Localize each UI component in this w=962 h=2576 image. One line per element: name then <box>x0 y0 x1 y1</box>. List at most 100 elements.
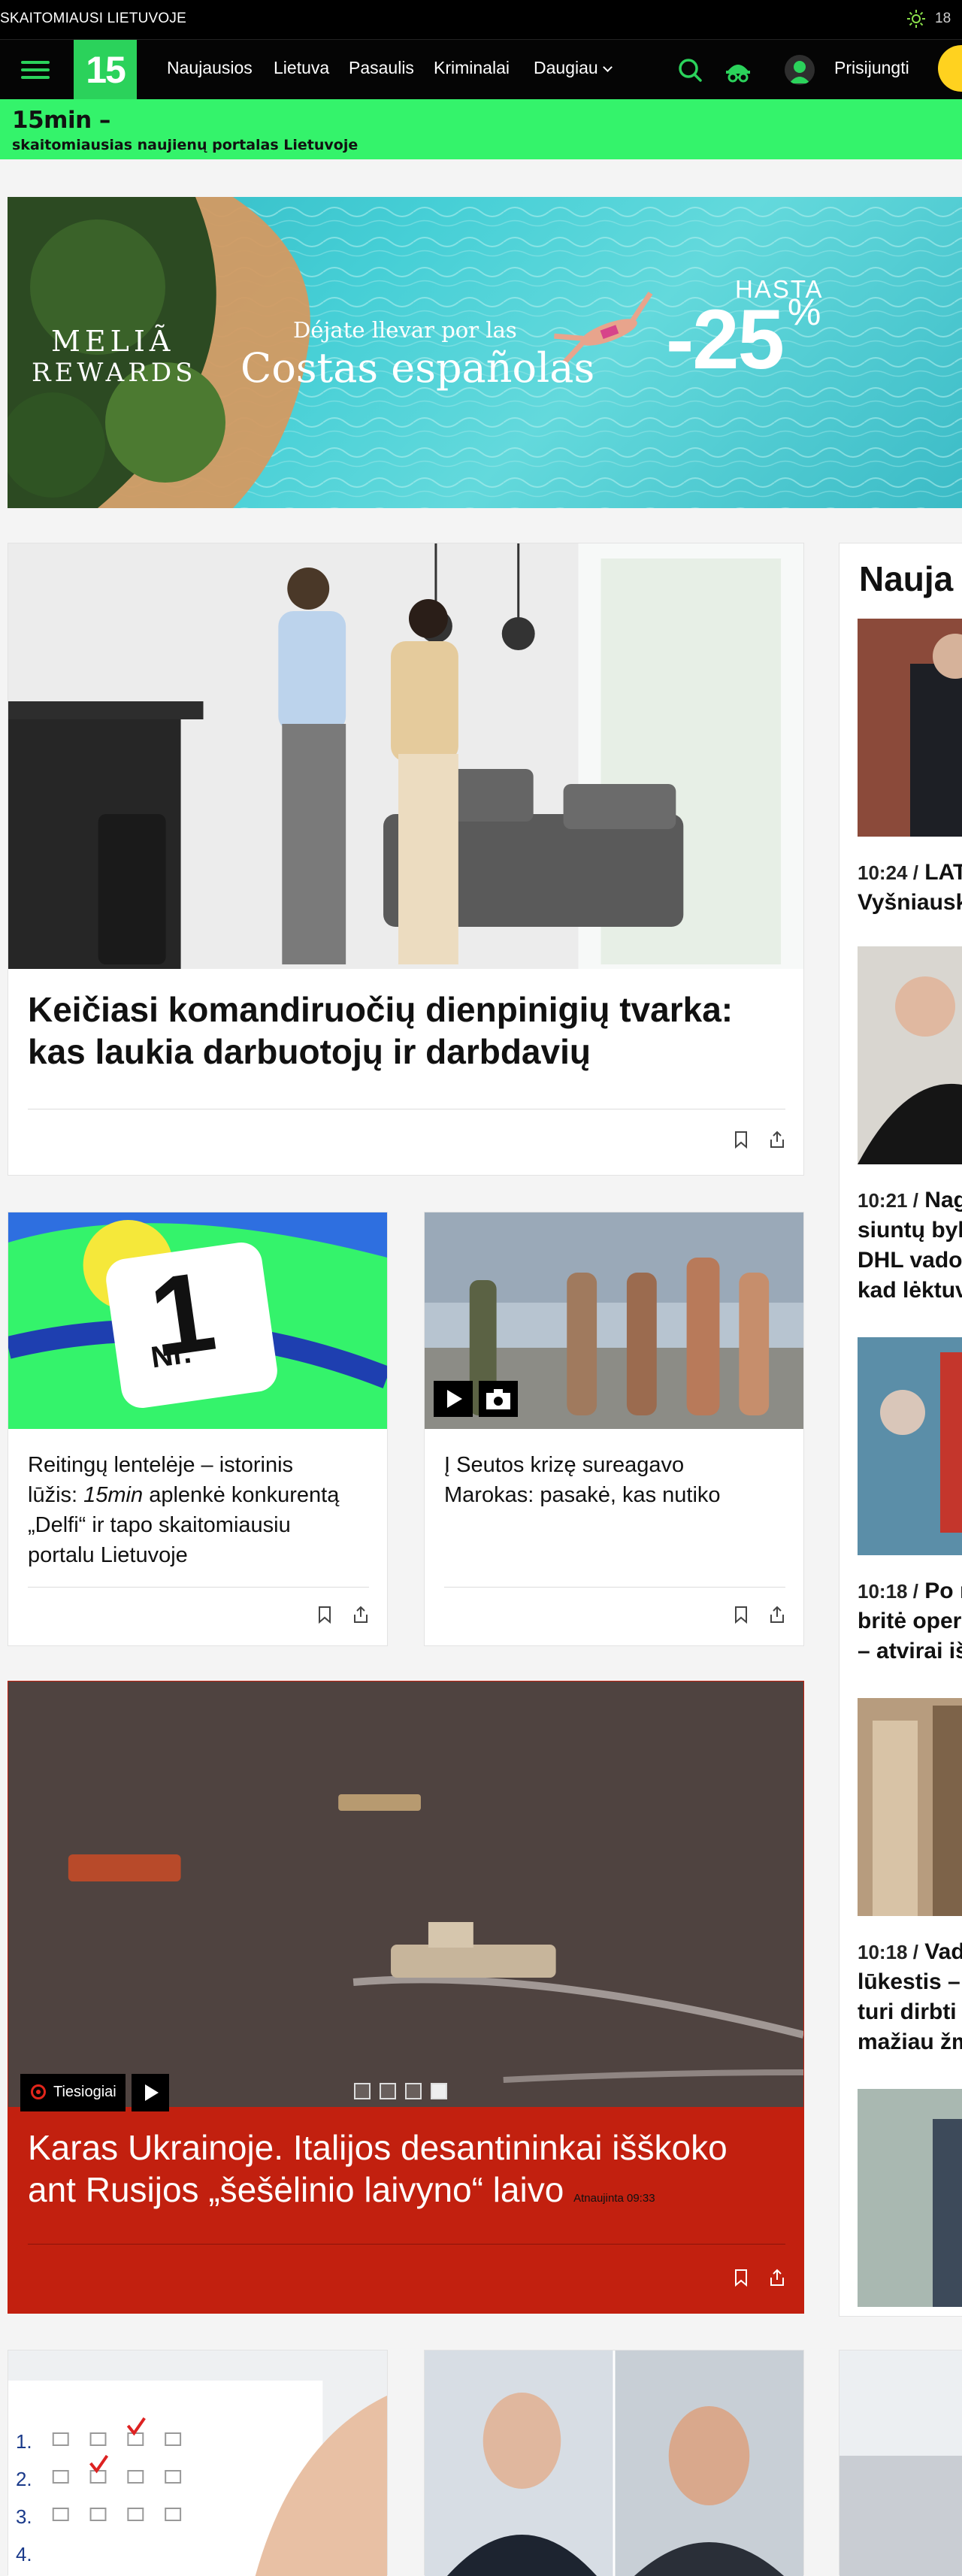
article-image-business-travelers <box>8 543 803 969</box>
nav-link-naujausios[interactable]: Naujausios <box>167 58 253 78</box>
gallery-dot[interactable] <box>354 2083 371 2099</box>
main-navigation: 15 Naujausios Lietuva Pasaulis Kriminala… <box>0 39 962 100</box>
share-icon[interactable] <box>767 1130 787 1149</box>
article-title-line-2: kas laukia darbuotojų ir darbdavių <box>28 1032 591 1071</box>
headline-part: mažiau žm <box>858 2030 962 2054</box>
news-thumbnail <box>858 1698 962 1916</box>
svg-text:1.: 1. <box>16 2432 32 2453</box>
news-headline: 10:24 / LAT Vyšniausk <box>858 858 962 918</box>
article-image-two-men <box>425 2350 803 2576</box>
svg-text:3.: 3. <box>16 2507 32 2528</box>
live-dot-icon <box>31 2084 46 2099</box>
article-card-portraits[interactable] <box>424 2350 804 2576</box>
bookmark-icon[interactable] <box>731 1605 751 1624</box>
article-title-line-3: „Delfi“ ir tapo skaitomiausiu <box>28 1513 291 1537</box>
article-image-answer-sheet: 1. 2. 3. 4. <box>8 2350 387 2576</box>
slogan-title: 15min – <box>12 107 110 134</box>
gallery-dot[interactable] <box>405 2083 422 2099</box>
news-time: 10:18 / <box>858 1941 918 1963</box>
bookmark-icon[interactable] <box>731 2268 751 2287</box>
article-image-partial <box>839 2350 962 2576</box>
headline-part: turi dirbti <box>858 1999 957 2024</box>
updated-time: Atnaujinta 09:33 <box>573 2192 655 2205</box>
divider <box>444 1587 785 1588</box>
article-title: Į Seutos krizę sureagavo Marokas: pasakė… <box>444 1450 790 1510</box>
article-card-ranking[interactable]: 1 Nr. Reitingų lentelėje – istorinis lūž… <box>8 1212 388 1646</box>
svg-text:4.: 4. <box>16 2544 32 2565</box>
headline-part: siuntų byl <box>858 1218 962 1243</box>
gallery-dot[interactable] <box>380 2083 396 2099</box>
sun-icon <box>907 10 925 28</box>
ad-discount: -25% <box>666 290 821 388</box>
site-tagline: SKAITOMIAUSI LIETUVOJE <box>0 11 186 26</box>
slogan-banner: 15min – skaitomiausias naujienų portalas… <box>0 99 962 159</box>
nr1-badge-label: Nr. <box>149 1336 194 1375</box>
slogan-subtitle: skaitomiausias naujienų portalas Lietuvo… <box>12 137 358 153</box>
news-time: 10:24 / <box>858 861 918 884</box>
ad-subtitle: Déjate llevar por las <box>293 317 517 343</box>
divider <box>28 2244 785 2245</box>
news-headline: 10:21 / Nagr siuntų byl DHL vadov kad lėktu… <box>858 1185 962 1306</box>
bookmark-icon[interactable] <box>731 1130 751 1149</box>
headline-part: kad lėktuv <box>858 1278 962 1303</box>
gallery-pagination <box>354 2083 456 2103</box>
camera-icon[interactable] <box>479 1381 518 1417</box>
headline-part: lūkestis – <box>858 1969 960 1994</box>
nav-link-kriminalai[interactable]: Kriminalai <box>434 58 510 78</box>
menu-icon[interactable] <box>17 56 56 83</box>
article-card-live[interactable]: Tiesiogiai Karas Ukrainoje. Italijos des… <box>8 1681 804 2314</box>
nav-link-daugiau-label: Daugiau <box>534 58 598 77</box>
user-icon[interactable] <box>785 55 815 85</box>
title-italic-part: 15min <box>83 1483 144 1507</box>
news-time: 10:21 / <box>858 1189 918 1212</box>
article-title: Keičiasi komandiruočių dienpinigių tvark… <box>28 988 779 1073</box>
news-headline: 10:18 / Po nu britė oper – atvirai iš <box>858 1576 962 1666</box>
incognito-icon[interactable] <box>723 55 753 85</box>
divider <box>28 1587 369 1588</box>
nav-link-pasaulis[interactable]: Pasaulis <box>349 58 414 78</box>
news-headline: 10:18 / Vado lūkestis – turi dirbti mažiau … <box>858 1937 962 2057</box>
headline-part: Vado <box>924 1939 962 1964</box>
gallery-dot-active[interactable] <box>431 2083 447 2099</box>
live-badge[interactable]: Tiesiogiai <box>20 2074 126 2111</box>
article-card-seuta[interactable]: Į Seutos krizę sureagavo Marokas: pasakė… <box>424 1212 804 1646</box>
latest-news-sidebar: Nauja 10:24 / LAT Vyšniausk 10:21 / Nagr s… <box>839 543 962 2317</box>
article-title-line-2: lūžis: 15min aplenkė konkurentą <box>28 1480 374 1510</box>
news-thumbnail <box>858 946 962 1164</box>
play-icon[interactable] <box>132 2074 169 2111</box>
svg-text:2.: 2. <box>16 2469 32 2490</box>
login-link[interactable]: Prisijungti <box>834 58 909 78</box>
nav-link-lietuva[interactable]: Lietuva <box>274 58 329 78</box>
headline-part: Nagr <box>924 1188 962 1212</box>
temperature: 18 <box>935 11 951 26</box>
article-title-line-2: Marokas: pasakė, kas nutiko <box>444 1483 721 1507</box>
article-title-line-1: Į Seutos krizę sureagavo <box>444 1453 685 1477</box>
advertisement-banner[interactable]: MELIÃ REWARDS Déjate llevar por las Cost… <box>8 197 962 508</box>
headline-part: DHL vadov <box>858 1248 962 1273</box>
share-icon[interactable] <box>767 1605 787 1624</box>
bookmark-icon[interactable] <box>315 1605 334 1624</box>
article-card-test[interactable]: 1. 2. 3. 4. <box>8 2350 388 2576</box>
sidebar-title: Nauja <box>859 559 954 598</box>
ad-brand: MELIÃ <box>51 325 175 358</box>
ad-brand-sub: REWARDS <box>32 358 197 388</box>
title-part: lūžis: <box>28 1483 84 1507</box>
news-time: 10:18 / <box>858 1580 918 1603</box>
headline-part: Po nu <box>924 1579 962 1603</box>
headline-part: – atvirai iš <box>858 1639 962 1663</box>
article-card-partial[interactable] <box>839 2350 962 2576</box>
search-icon[interactable] <box>675 55 705 85</box>
article-title: Reitingų lentelėje – istorinis lūžis: 15… <box>28 1450 374 1570</box>
top-strip: SKAITOMIAUSI LIETUVOJE 18 <box>0 0 962 39</box>
share-icon[interactable] <box>767 2268 787 2287</box>
article-image-ships-at-sea <box>8 1682 803 2107</box>
share-icon[interactable] <box>351 1605 371 1624</box>
video-icon[interactable] <box>434 1381 473 1417</box>
site-logo[interactable]: 15 <box>74 40 137 100</box>
article-card-main[interactable]: Keičiasi komandiruočių dienpinigių tvark… <box>8 543 804 1176</box>
ad-percent: % <box>787 291 821 333</box>
nav-link-daugiau[interactable]: Daugiau <box>534 58 613 78</box>
article-title-line-2: ant Rusijos „šešėlinio laivyno“ laivo At… <box>28 2169 787 2220</box>
news-thumbnail <box>858 1337 962 1555</box>
article-title-line-4: portalu Lietuvoje <box>28 1543 188 1567</box>
